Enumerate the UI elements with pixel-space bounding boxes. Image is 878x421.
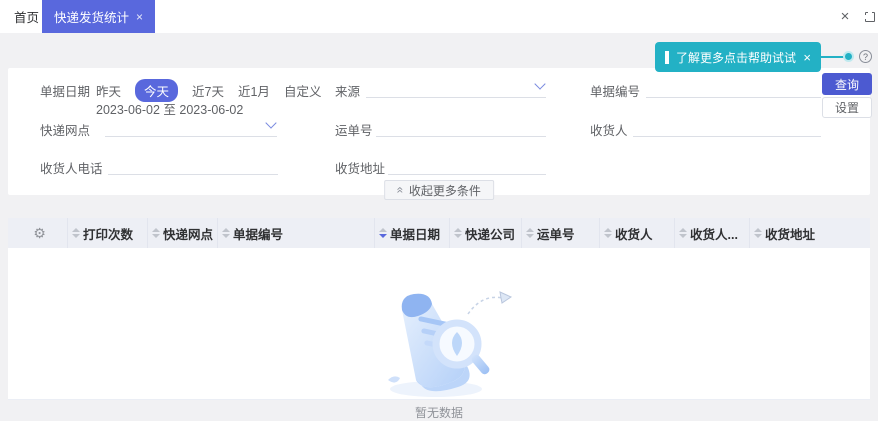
column-header-label: 运单号 xyxy=(537,227,575,242)
column-header-label: 收货人... xyxy=(690,227,738,242)
no-data-illustration xyxy=(388,291,513,397)
waybill-input[interactable] xyxy=(376,115,546,136)
phone-label: 收货人电话 xyxy=(40,162,103,176)
collapse-more-conditions-button[interactable]: « 收起更多条件 xyxy=(384,180,494,200)
fullscreen-icon[interactable] xyxy=(858,0,878,33)
column-header[interactable]: 收货人... xyxy=(675,218,750,248)
column-header-label: 快递网点 xyxy=(163,227,214,242)
sort-carets-icon[interactable] xyxy=(222,228,230,238)
close-icon[interactable]: × xyxy=(832,0,858,33)
help-toggle-dot[interactable] xyxy=(843,51,854,62)
outlet-select[interactable] xyxy=(105,115,277,137)
empty-state-text: 暂无数据 xyxy=(414,406,463,420)
sort-carets-icon[interactable] xyxy=(754,228,762,238)
tooltip-marker xyxy=(665,50,669,64)
date-option[interactable]: 近1月 xyxy=(238,81,270,100)
column-settings-gear-icon[interactable]: ⚙ xyxy=(8,218,68,248)
column-header-label: 单据日期 xyxy=(390,227,441,242)
column-header-label: 收货人 xyxy=(615,227,653,242)
column-header[interactable]: 快递网点 xyxy=(148,218,218,248)
tab-bar: 首页 快递发货统计 × × xyxy=(0,0,878,33)
outlet-label: 快递网点 xyxy=(40,124,91,138)
phone-input[interactable] xyxy=(108,153,278,174)
column-header[interactable]: 收货人 xyxy=(600,218,675,248)
doc-date-label: 单据日期 xyxy=(40,85,91,99)
address-input[interactable] xyxy=(388,153,546,174)
column-header[interactable]: 打印次数 xyxy=(68,218,148,248)
column-header-label: 单据编号 xyxy=(233,227,284,242)
table-header-row: ⚙ 打印次数 快递网点 单据编号 单据日期 快递公司 运单号 收货人 收货人... 收货地址 xyxy=(8,218,870,248)
double-chevron-up-icon: « xyxy=(393,186,408,194)
date-option[interactable]: 昨天 xyxy=(96,81,121,100)
results-table: ⚙ 打印次数 快递网点 单据编号 单据日期 快递公司 运单号 收货人 收货人... 收货地址 xyxy=(8,218,870,420)
column-header-label: 收货地址 xyxy=(765,227,816,242)
column-header[interactable]: 单据编号 xyxy=(218,218,375,248)
column-header[interactable]: 快递公司 xyxy=(450,218,522,248)
consignee-field[interactable] xyxy=(633,115,821,137)
outlet-input[interactable] xyxy=(105,115,277,136)
column-header[interactable]: 运单号 xyxy=(522,218,600,248)
phone-field[interactable] xyxy=(108,153,278,175)
sort-carets-icon[interactable] xyxy=(526,228,534,238)
column-header-label: 快递公司 xyxy=(465,227,516,242)
question-mark-icon[interactable]: ? xyxy=(859,50,872,63)
help-tooltip: 了解更多点击帮助试试 × xyxy=(655,42,821,72)
tab-label: 快递发货统计 xyxy=(53,11,129,25)
consignee-label: 收货人 xyxy=(590,124,628,138)
source-input[interactable] xyxy=(366,76,546,97)
date-option[interactable]: 自定义 xyxy=(284,81,322,100)
tab-home-label: 首页 xyxy=(14,11,40,25)
filter-panel: 单据日期 昨天 今天 近7天 近1月 自定义 2023-06-02 至 2023-06-… xyxy=(8,68,870,200)
source-label: 来源 xyxy=(335,85,361,99)
tab-home[interactable]: 首页 xyxy=(14,0,39,33)
doc-no-label: 单据编号 xyxy=(590,85,641,99)
sort-carets-icon[interactable] xyxy=(679,228,687,238)
consignee-input[interactable] xyxy=(633,115,821,136)
sort-carets-icon[interactable] xyxy=(379,228,387,238)
column-header[interactable]: 收货地址 xyxy=(750,218,870,248)
query-button[interactable]: 查询 xyxy=(822,73,872,95)
doc-no-field[interactable] xyxy=(646,76,821,98)
collapse-button-label: 收起更多条件 xyxy=(408,183,481,198)
date-option[interactable]: 近7天 xyxy=(192,81,224,100)
source-select[interactable] xyxy=(366,76,546,98)
tooltip-close-icon[interactable]: × xyxy=(803,50,811,65)
column-header-label: 打印次数 xyxy=(83,227,134,242)
sort-carets-icon[interactable] xyxy=(604,228,612,238)
sort-carets-icon[interactable] xyxy=(72,228,80,238)
tab-close-icon[interactable]: × xyxy=(136,10,143,24)
tooltip-text: 了解更多点击帮助试试 xyxy=(676,50,797,65)
address-label: 收货地址 xyxy=(335,162,386,176)
tab-express-stats[interactable]: 快递发货统计 × xyxy=(42,0,155,33)
sort-carets-icon[interactable] xyxy=(152,228,160,238)
sort-carets-icon[interactable] xyxy=(454,228,462,238)
address-field[interactable] xyxy=(388,153,546,175)
waybill-field[interactable] xyxy=(376,115,546,137)
settings-button[interactable]: 设置 xyxy=(822,97,872,118)
doc-no-input[interactable] xyxy=(646,76,821,97)
column-header[interactable]: 单据日期 xyxy=(375,218,450,248)
waybill-label: 运单号 xyxy=(335,124,373,138)
empty-state: 暂无数据 xyxy=(8,248,870,421)
